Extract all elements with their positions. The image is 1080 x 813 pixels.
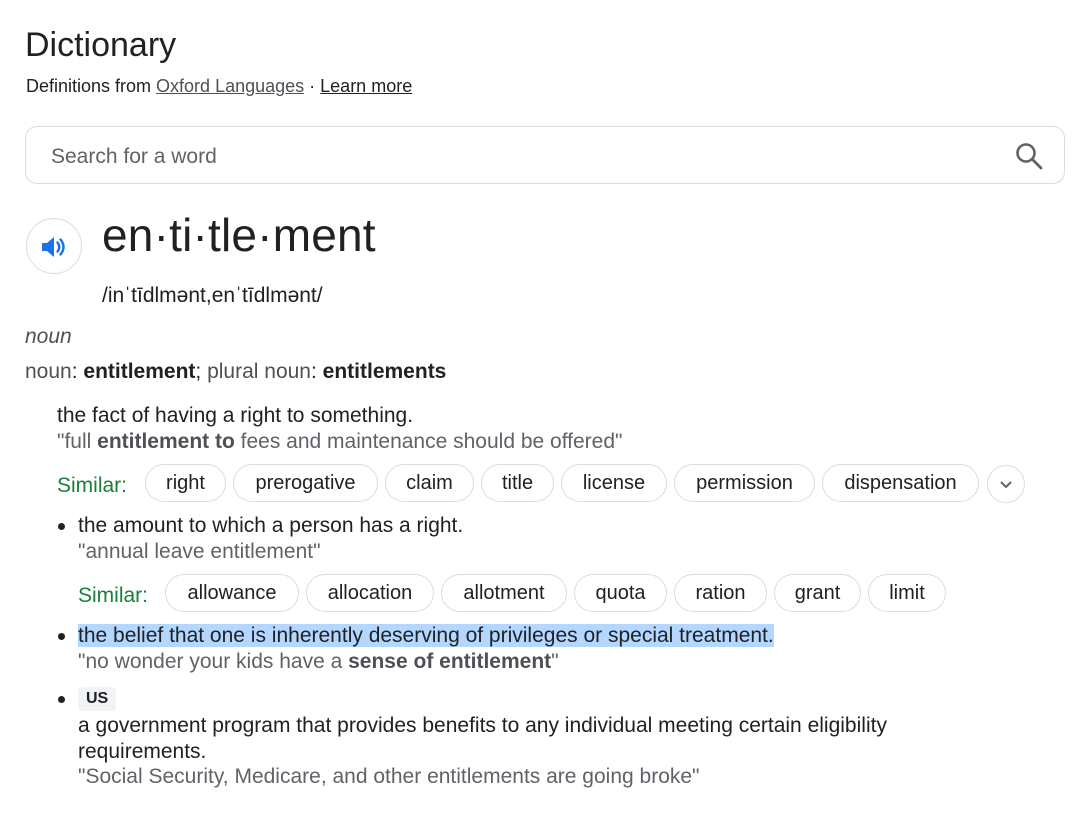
similar-chip-allowance[interactable]: allowance xyxy=(165,574,299,612)
forms-separator: ; xyxy=(195,360,208,383)
example-2: "annual leave entitlement" xyxy=(78,540,321,563)
definition-4-line-1: a government program that provides benef… xyxy=(78,714,887,737)
bullet-3 xyxy=(58,633,65,640)
example-text: fees and maintenance should be offered" xyxy=(234,430,623,453)
forms-label-singular: noun xyxy=(25,360,72,383)
similar-chip-limit[interactable]: limit xyxy=(868,574,946,612)
form-singular: entitlement xyxy=(83,360,196,383)
search-input[interactable] xyxy=(49,141,953,173)
example-text: "full xyxy=(57,430,98,453)
similar-chip-allocation[interactable]: allocation xyxy=(306,574,434,612)
example-emphasis: sense of entitlement xyxy=(348,650,552,673)
similar-chip-grant[interactable]: grant xyxy=(774,574,861,612)
similar-chip-title[interactable]: title xyxy=(481,464,554,502)
similar-chip-quota[interactable]: quota xyxy=(574,574,667,612)
search-icon[interactable] xyxy=(1014,141,1044,171)
selected-text: the belief that one is inherently deserv… xyxy=(78,624,774,647)
similar-chip-dispensation[interactable]: dispensation xyxy=(822,464,979,502)
definition-2: the amount to which a person has a right… xyxy=(78,514,464,537)
bullet-2 xyxy=(58,523,65,530)
pronunciation-button[interactable] xyxy=(26,218,82,274)
similar-label-1: Similar: xyxy=(57,474,128,497)
source-line: Definitions from Oxford Languages · Lear… xyxy=(26,76,412,97)
region-label: US xyxy=(78,687,117,711)
expand-similar-button[interactable] xyxy=(987,465,1025,503)
bullet-4 xyxy=(58,696,65,703)
separator: · xyxy=(304,76,321,96)
similar-chip-claim[interactable]: claim xyxy=(385,464,474,502)
forms-label-plural: plural noun xyxy=(207,360,311,383)
similar-chip-right[interactable]: right xyxy=(145,464,226,502)
example-emphasis: entitlement to xyxy=(97,430,235,453)
headword: en·ti·tle·ment xyxy=(102,209,376,261)
similar-chip-ration[interactable]: ration xyxy=(674,574,767,612)
similar-chip-license[interactable]: license xyxy=(561,464,667,502)
similar-chip-allotment[interactable]: allotment xyxy=(441,574,567,612)
definition-4-line-2: requirements. xyxy=(78,740,207,763)
definition-1: the fact of having a right to something. xyxy=(57,404,414,427)
word-search-box xyxy=(25,126,1065,184)
example-text: " xyxy=(551,650,559,673)
example-4: "Social Security, Medicare, and other en… xyxy=(78,765,700,788)
similar-label-2: Similar: xyxy=(78,584,149,607)
oxford-languages-link[interactable]: Oxford Languages xyxy=(156,76,304,96)
region-badge: US xyxy=(78,687,117,711)
source-prefix: Definitions from xyxy=(26,76,157,96)
similar-chip-prerogative[interactable]: prerogative xyxy=(233,464,378,502)
example-3: "no wonder your kids have a sense of ent… xyxy=(78,649,559,675)
phonetic-transcription: /inˈtīdlmənt,enˈtīdlmənt/ xyxy=(102,284,323,307)
word-forms: noun: entitlement; plural noun: entitlem… xyxy=(25,360,446,384)
part-of-speech: noun xyxy=(25,325,72,348)
example-text: "no wonder your kids have a xyxy=(78,650,349,673)
example-1: "full entitlement to fees and maintenanc… xyxy=(57,429,623,455)
speaker-icon xyxy=(42,237,65,257)
chevron-down-icon xyxy=(1000,481,1012,489)
forms-colon: : xyxy=(71,360,84,383)
forms-colon: : xyxy=(311,360,323,383)
learn-more-link[interactable]: Learn more xyxy=(320,76,412,96)
similar-chip-permission[interactable]: permission xyxy=(674,464,815,502)
definition-3: the belief that one is inherently deserv… xyxy=(78,623,774,649)
form-plural: entitlements xyxy=(322,360,447,383)
page-title: Dictionary xyxy=(25,26,177,64)
